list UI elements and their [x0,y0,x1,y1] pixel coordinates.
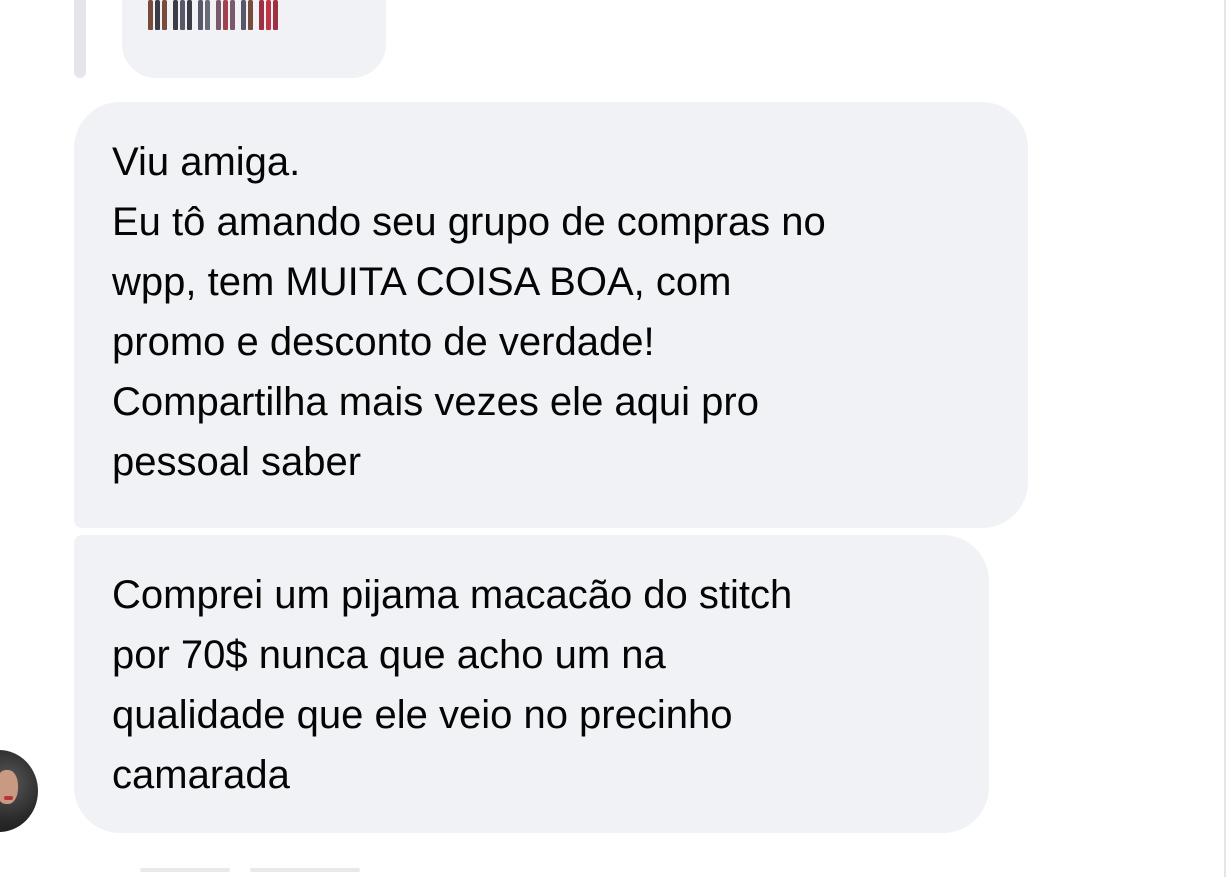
sticker-image-icon [148,0,278,30]
cropped-footer-text [250,868,360,872]
message-text-line: por 70$ nunca que acho um na [112,633,666,677]
message-text-line: Compartilha mais vezes ele aqui pro [112,380,759,424]
reply-thread-bar [74,0,86,78]
message-text-line: wpp, tem MUITA COISA BOA, com [112,260,732,304]
message-text-line: promo e desconto de verdade! [112,320,655,364]
message-text-line: camarada [112,753,290,797]
message-text-line: pessoal saber [112,440,362,484]
message-text-line: Eu tô amando seu grupo de compras no [112,200,826,244]
message-text-line: Comprei um pijama macacão do stitch [112,573,793,617]
avatar-lips [4,796,13,800]
message-bubble[interactable]: Viu amiga. Eu tô amando seu grupo de com… [74,102,1028,528]
user-avatar-icon[interactable] [0,750,38,832]
cropped-footer-text [140,868,230,872]
message-text-line: Viu amiga. [112,140,301,184]
chat-view: Viu amiga. Eu tô amando seu grupo de com… [0,0,1226,877]
message-bubble[interactable]: Comprei um pijama macacão do stitch por … [74,535,989,833]
sticker-image-bubble[interactable] [122,0,386,78]
message-text-line: qualidade que ele veio no precinho [112,693,733,737]
